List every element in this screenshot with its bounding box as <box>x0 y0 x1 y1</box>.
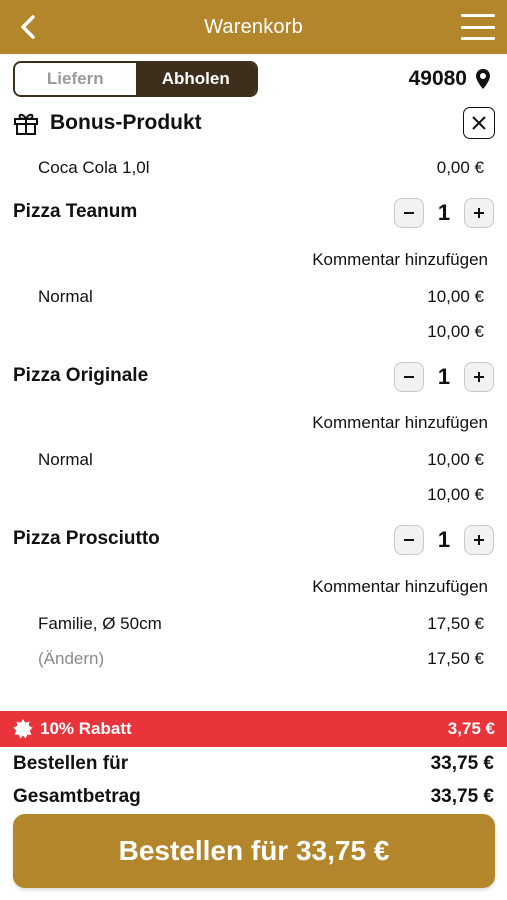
order-for-value: 33,75 € <box>430 753 494 774</box>
bonus-item-name: Coca Cola 1,0l <box>38 158 150 177</box>
back-button[interactable] <box>14 12 42 42</box>
plus-icon <box>474 372 484 382</box>
add-comment-link[interactable]: Kommentar hinzufügen <box>312 574 488 600</box>
toggle-option-abholen[interactable]: Abholen <box>135 63 256 95</box>
plus-icon <box>474 535 484 545</box>
quantity-value: 1 <box>437 200 451 225</box>
change-variant-line: (Ändern) 17,50 € <box>38 646 484 672</box>
product-title: Pizza Prosciutto <box>13 528 160 549</box>
discount-banner: 10% Rabatt 3,75 € <box>0 711 507 747</box>
product-title: Pizza Teanum <box>13 201 138 222</box>
product-title: Pizza Originale <box>13 365 149 386</box>
decrease-button[interactable] <box>394 525 424 555</box>
increase-button[interactable] <box>464 525 494 555</box>
close-icon <box>472 116 486 130</box>
badge-icon <box>13 719 33 739</box>
plus-icon <box>474 208 484 218</box>
increase-button[interactable] <box>464 362 494 392</box>
delivery-mode-toggle: Liefern Abholen <box>13 61 258 97</box>
toggle-option-liefern[interactable]: Liefern <box>15 63 136 95</box>
bonus-close-button[interactable] <box>463 107 495 139</box>
quantity-stepper: 1 <box>394 362 494 392</box>
map-pin-icon <box>476 69 490 89</box>
decrease-button[interactable] <box>394 362 424 392</box>
discount-value: 3,75 € <box>447 719 495 738</box>
variant-line: Familie, Ø 50cm 17,50 € <box>38 611 484 637</box>
variant-line: Normal 10,00 € <box>38 284 484 310</box>
variant-price: 10,00 € <box>427 450 484 469</box>
quantity-stepper: 1 <box>394 525 494 555</box>
zip-code: 49080 <box>408 67 467 90</box>
bonus-item-line: Coca Cola 1,0l 0,00 € <box>38 155 484 181</box>
order-for-label: Bestellen für <box>13 753 129 774</box>
menu-button[interactable] <box>461 14 495 40</box>
grand-total-row: Gesamtbetrag 33,75 € <box>13 783 494 811</box>
grand-total-value: 33,75 € <box>430 786 494 807</box>
gift-icon <box>14 113 38 135</box>
product-total: 10,00 € <box>427 322 484 341</box>
product-total: 17,50 € <box>427 649 484 668</box>
discount-label: 10% Rabatt <box>40 719 132 738</box>
variant-price: 10,00 € <box>427 287 484 306</box>
variant-name: Normal <box>38 450 93 469</box>
add-comment-link[interactable]: Kommentar hinzufügen <box>312 247 488 273</box>
hamburger-menu-icon <box>461 14 495 17</box>
variant-name: Normal <box>38 287 93 306</box>
increase-button[interactable] <box>464 198 494 228</box>
bonus-item-price: 0,00 € <box>436 158 484 177</box>
minus-icon <box>404 376 414 378</box>
variant-name: Familie, Ø 50cm <box>38 614 162 633</box>
variant-price: 17,50 € <box>427 614 484 633</box>
bonus-product-label: Bonus-Produkt <box>50 111 202 134</box>
quantity-stepper: 1 <box>394 198 494 228</box>
quantity-value: 1 <box>437 364 451 389</box>
product-total: 10,00 € <box>427 485 484 504</box>
bonus-product-header: Bonus-Produkt <box>13 106 495 140</box>
minus-icon <box>404 212 414 214</box>
decrease-button[interactable] <box>394 198 424 228</box>
minus-icon <box>404 539 414 541</box>
page-title: Warenkorb <box>204 15 303 38</box>
change-variant-link[interactable]: (Ändern) <box>38 649 104 669</box>
app-header: Warenkorb <box>0 0 507 54</box>
place-order-button[interactable]: Bestellen für 33,75 € <box>13 814 495 888</box>
order-for-row: Bestellen für 33,75 € <box>13 750 494 778</box>
location-zip[interactable]: 49080 <box>409 64 491 94</box>
grand-total-label: Gesamtbetrag <box>13 786 141 807</box>
add-comment-link[interactable]: Kommentar hinzufügen <box>312 410 488 436</box>
quantity-value: 1 <box>437 527 451 552</box>
variant-line: Normal 10,00 € <box>38 447 484 473</box>
chevron-left-icon <box>21 15 35 39</box>
